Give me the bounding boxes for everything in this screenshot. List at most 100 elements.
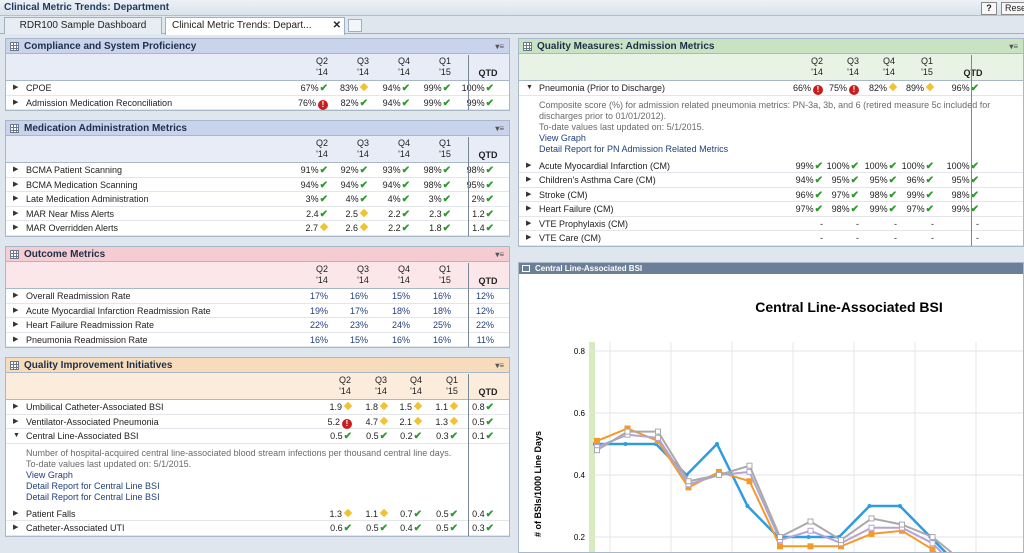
- help-button[interactable]: ?: [981, 2, 997, 15]
- close-icon[interactable]: ✕: [333, 18, 341, 34]
- metric-row-children-s-asthma-care-cm[interactable]: ▶ Children's Asthma Care (CM) 94%✔ 95%✔ 95%✔…: [519, 173, 1023, 188]
- view-graph-link[interactable]: View Graph: [26, 470, 489, 481]
- column-header: Q2'14: [315, 264, 328, 285]
- metric-value: 16%: [403, 333, 451, 347]
- metric-row-acute-myocardial-infarction-cm[interactable]: ▶ Acute Myocardial Infarction (CM) 99%✔ 100…: [519, 159, 1023, 173]
- expand-arrow-icon[interactable]: ▶: [526, 202, 531, 216]
- metric-value: 15%: [320, 333, 368, 347]
- metric-value: 0.4✔: [446, 507, 494, 522]
- metric-row-heart-failure-readmission-rate[interactable]: ▶ Heart Failure Readmission Rate 22% 23% 24%…: [6, 318, 509, 333]
- collapse-arrow-icon[interactable]: ▼: [526, 81, 533, 95]
- expand-arrow-icon[interactable]: ▶: [13, 415, 18, 429]
- tab-clinical-metric-trends[interactable]: Clinical Metric Trends: Depart... ✕: [165, 17, 345, 35]
- metric-row-umbilical-catheter-associated-bsi[interactable]: ▶ Umbilical Catheter-Associated BSI 1.9 1.8…: [6, 400, 509, 415]
- expand-arrow-icon[interactable]: ▶: [13, 304, 18, 318]
- metric-label: BCMA Patient Scanning: [26, 165, 123, 175]
- metric-row-cpoe[interactable]: ▶ CPOE 67%✔ 83% 94%✔ 99%✔ 100%✔: [6, 81, 509, 96]
- value-text: 2.3: [429, 208, 442, 219]
- data-point: [623, 442, 628, 446]
- column-headers: Q2'14 Q3'14 Q4'14 Q1'15 QTD: [519, 54, 1023, 81]
- metric-row-late-medication-administration[interactable]: ▶ Late Medication Administration 3%✔ 4%✔ 4%✔…: [6, 192, 509, 207]
- expand-arrow-icon[interactable]: ▶: [13, 507, 18, 521]
- panel-menu-icon[interactable]: ▾≡: [495, 358, 504, 373]
- expand-arrow-icon[interactable]: ▶: [13, 521, 18, 535]
- metric-row-acute-myocardial-infarction-readmission-rate[interactable]: ▶ Acute Myocardial Infarction Readmission…: [6, 304, 509, 318]
- panel-menu-icon[interactable]: ▾≡: [1009, 39, 1018, 54]
- metric-row-overall-readmission-rate[interactable]: ▶ Overall Readmission Rate 17% 16% 15% 16% 12%: [6, 289, 509, 304]
- data-point: [868, 524, 875, 531]
- value-text: 2.2: [388, 223, 401, 233]
- tab-sample-dashboard[interactable]: RDR100 Sample Dashboard: [4, 17, 162, 34]
- data-point: [745, 504, 750, 508]
- column-header: QTD: [478, 387, 498, 397]
- metric-row-bcma-patient-scanning[interactable]: ▶ BCMA Patient Scanning 91%✔ 92%✔ 93%✔ 98%✔ 98…: [6, 163, 509, 178]
- metric-label: Late Medication Administration: [26, 194, 149, 204]
- metric-value: 83%: [320, 81, 369, 95]
- expand-arrow-icon[interactable]: ▶: [526, 231, 531, 245]
- detail-report-link[interactable]: Detail Report for Central Line BSI: [26, 481, 489, 492]
- metric-row-central-line-associated-bsi[interactable]: ▼ Central Line-Associated BSI 0.5✔ 0.5✔ 0.2✔…: [6, 429, 509, 444]
- panel-menu-icon[interactable]: ▾≡: [495, 247, 504, 262]
- expand-arrow-icon[interactable]: ▶: [13, 163, 18, 177]
- metric-value: 22%: [446, 318, 494, 332]
- metric-row-pneumonia-prior-to-discharge[interactable]: ▼ Pneumonia (Prior to Discharge) 66%! 75%! 8…: [519, 81, 1023, 96]
- new-tab-icon[interactable]: [348, 19, 362, 32]
- expand-arrow-icon[interactable]: ▶: [526, 159, 531, 173]
- metric-row-mar-near-miss-alerts[interactable]: ▶ MAR Near Miss Alerts 2.4✔ 2.5 2.2✔ 2.3✔ 1.2✔: [6, 207, 509, 221]
- collapse-arrow-icon[interactable]: ▼: [13, 429, 20, 443]
- expand-arrow-icon[interactable]: ▶: [526, 173, 531, 187]
- metric-row-pneumonia-readmission-rate[interactable]: ▶ Pneumonia Readmission Rate 16% 15% 16% 16% 1…: [6, 333, 509, 347]
- expand-arrow-icon[interactable]: ▶: [13, 81, 18, 95]
- metric-row-bcma-medication-scanning[interactable]: ▶ BCMA Medication Scanning 94%✔ 94%✔ 94%✔ 98%…: [6, 178, 509, 193]
- value-text: 96%: [906, 175, 925, 185]
- detail-report-link[interactable]: Detail Report for PN Admission Related M…: [539, 144, 1003, 155]
- y-tick-label: 0.8: [574, 347, 586, 356]
- metric-row-patient-falls[interactable]: ▶ Patient Falls 1.3 1.1 0.7✔ 0.5✔ 0.4✔: [6, 507, 509, 522]
- data-point: [807, 543, 814, 550]
- expand-arrow-icon[interactable]: ▶: [526, 188, 531, 202]
- value-text: 100%: [826, 160, 850, 171]
- expand-arrow-icon[interactable]: ▶: [13, 192, 18, 206]
- value-text: 100%: [461, 83, 485, 93]
- panel-menu-icon[interactable]: ▾≡: [495, 121, 504, 136]
- tab-bar: RDR100 Sample Dashboard Clinical Metric …: [0, 16, 1024, 35]
- metric-value: 94%✔: [320, 178, 368, 193]
- expand-arrow-icon[interactable]: ▶: [13, 289, 18, 303]
- metric-label: Heart Failure (CM): [539, 204, 614, 214]
- grid-icon: [10, 42, 19, 51]
- metric-row-admission-medication-reconciliation[interactable]: ▶ Admission Medication Reconciliation 76%!…: [6, 96, 509, 110]
- expand-arrow-icon[interactable]: ▶: [13, 318, 18, 332]
- expand-arrow-icon[interactable]: ▶: [13, 221, 18, 235]
- column-header: Q1'15: [445, 375, 458, 396]
- chart-icon: [522, 265, 530, 272]
- metric-row-catheter-associated-uti[interactable]: ▶ Catheter-Associated UTI 0.6✔ 0.5✔ 0.4✔ 0.5✔…: [6, 521, 509, 536]
- panel-header: Medication Administration Metrics ▾≡: [6, 121, 509, 136]
- metric-row-mar-overridden-alerts[interactable]: ▶ MAR Overridden Alerts 2.7 2.6 2.2 ✔ 1.8✔ 1.4✔: [6, 221, 509, 236]
- expand-arrow-icon[interactable]: ▶: [526, 217, 531, 231]
- expand-arrow-icon[interactable]: ▶: [13, 207, 18, 221]
- value-text: 99%: [423, 83, 442, 93]
- check-icon: ✔: [485, 165, 494, 176]
- value-text: -: [976, 218, 979, 229]
- metric-label: MAR Overridden Alerts: [26, 223, 119, 233]
- expand-arrow-icon[interactable]: ▶: [13, 96, 18, 110]
- metric-row-vte-prophylaxis-cm[interactable]: ▶ VTE Prophylaxis (CM) - - - - -: [519, 217, 1023, 231]
- metric-value: 23%: [320, 318, 368, 332]
- value-text: 97%: [831, 189, 850, 200]
- panel-menu-icon[interactable]: ▾≡: [495, 39, 504, 54]
- metric-row-vte-care-cm[interactable]: ▶ VTE Care (CM) - - - - -: [519, 231, 1023, 246]
- column-header: Q1'15: [920, 56, 933, 77]
- reset-button[interactable]: Reset: [1001, 2, 1024, 15]
- expand-arrow-icon[interactable]: ▶: [13, 178, 18, 192]
- value-text: 1.4: [472, 223, 485, 233]
- metric-row-heart-failure-cm[interactable]: ▶ Heart Failure (CM) 97%✔ 98%✔ 99%✔ 97%✔ 99%✔: [519, 202, 1023, 217]
- view-graph-link[interactable]: View Graph: [539, 133, 1003, 144]
- expand-arrow-icon[interactable]: ▶: [13, 400, 18, 414]
- expand-arrow-icon[interactable]: ▶: [13, 333, 18, 347]
- metric-row-ventilator-associated-pneumonia[interactable]: ▶ Ventilator-Associated Pneumonia 5.2! 4.7 2…: [6, 415, 509, 429]
- metric-label: Acute Myocardial Infarction Readmission …: [26, 305, 211, 316]
- metric-row-stroke-cm[interactable]: ▶ Stroke (CM) 96%✔ 97%✔ 98%✔ 99%✔ 98%✔: [519, 188, 1023, 202]
- column-header: Q2'14: [315, 138, 328, 159]
- panel-title: Quality Measures: Admission Metrics: [537, 41, 715, 52]
- detail-report-link[interactable]: Detail Report for Central Line BSI: [26, 492, 489, 503]
